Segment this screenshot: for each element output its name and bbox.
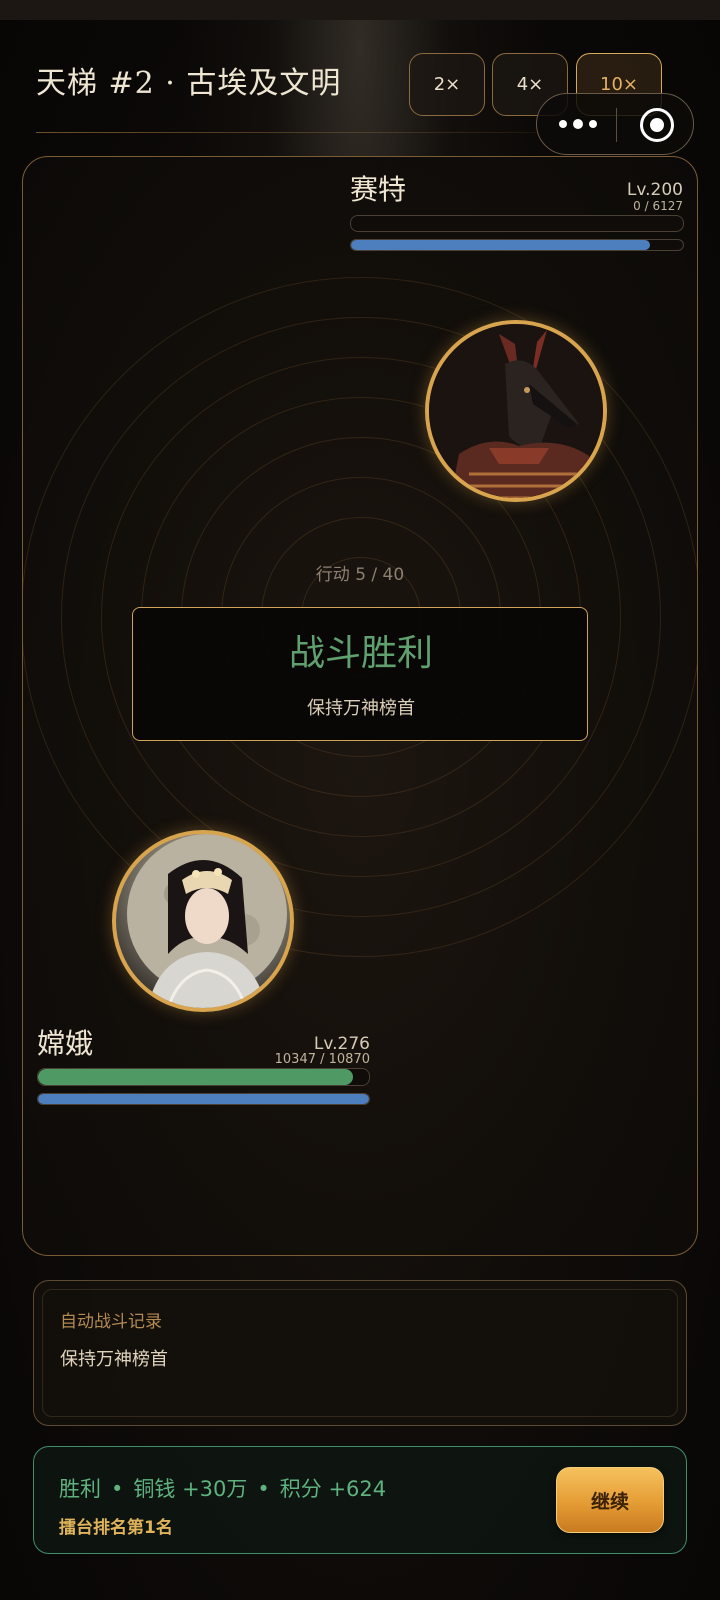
separator-dot: • bbox=[257, 1477, 270, 1501]
enemy-hp-text: 0 / 6127 bbox=[633, 199, 683, 213]
reward-panel: 胜利 • 铜钱 +30万 • 积分 +624 擂台排名第1名 继续 bbox=[33, 1446, 687, 1554]
reward-result: 胜利 bbox=[59, 1477, 101, 1501]
enemy-energy-fill bbox=[351, 240, 650, 250]
player-energy-bar bbox=[37, 1093, 370, 1105]
turn-counter: 行动 5 / 40 bbox=[315, 565, 405, 585]
reward-points: 积分 +624 bbox=[279, 1477, 387, 1501]
moon-goddess-icon bbox=[127, 834, 287, 1008]
jackal-god-icon bbox=[429, 324, 603, 498]
player-energy-fill bbox=[38, 1094, 369, 1104]
enemy-name: 赛特 bbox=[350, 173, 407, 206]
enemy-level: Lv.200 bbox=[626, 180, 683, 200]
battle-result-panel: 战斗胜利 保持万神榜首 bbox=[132, 607, 588, 741]
status-strip bbox=[0, 0, 720, 20]
separator-dot: • bbox=[111, 1477, 124, 1501]
continue-button[interactable]: 继续 bbox=[556, 1467, 664, 1533]
result-subtitle: 保持万神榜首 bbox=[307, 698, 415, 719]
mini-program-capsule bbox=[536, 93, 694, 155]
player-hp-text: 10347 / 10870 bbox=[274, 1052, 370, 1067]
header-divider bbox=[36, 132, 536, 133]
reward-coins: 铜钱 +30万 bbox=[133, 1477, 248, 1501]
log-line: 保持万神榜首 bbox=[60, 1349, 168, 1370]
player-avatar[interactable] bbox=[112, 830, 294, 1012]
result-title: 战斗胜利 bbox=[288, 633, 433, 674]
player-level: Lv.276 bbox=[313, 1034, 370, 1054]
player-hp-fill bbox=[38, 1069, 354, 1085]
enemy-avatar[interactable] bbox=[425, 320, 607, 502]
battle-log-panel: 自动战斗记录 保持万神榜首 bbox=[33, 1280, 687, 1426]
page-title: 天梯 #2 · 古埃及文明 bbox=[36, 66, 342, 101]
speed-2x-button[interactable]: 2× bbox=[409, 53, 485, 116]
close-target-icon[interactable] bbox=[640, 108, 674, 142]
player-name: 嫦娥 bbox=[37, 1027, 94, 1060]
log-title: 自动战斗记录 bbox=[60, 1312, 162, 1332]
more-icon[interactable] bbox=[559, 116, 597, 132]
reward-rank: 擂台排名第1名 bbox=[59, 1518, 173, 1538]
reward-summary: 胜利 • 铜钱 +30万 • 积分 +624 bbox=[59, 1473, 386, 1503]
enemy-hp-bar bbox=[350, 215, 684, 232]
capsule-divider bbox=[616, 108, 617, 142]
player-hp-bar bbox=[37, 1068, 370, 1086]
enemy-energy-bar bbox=[350, 239, 684, 251]
